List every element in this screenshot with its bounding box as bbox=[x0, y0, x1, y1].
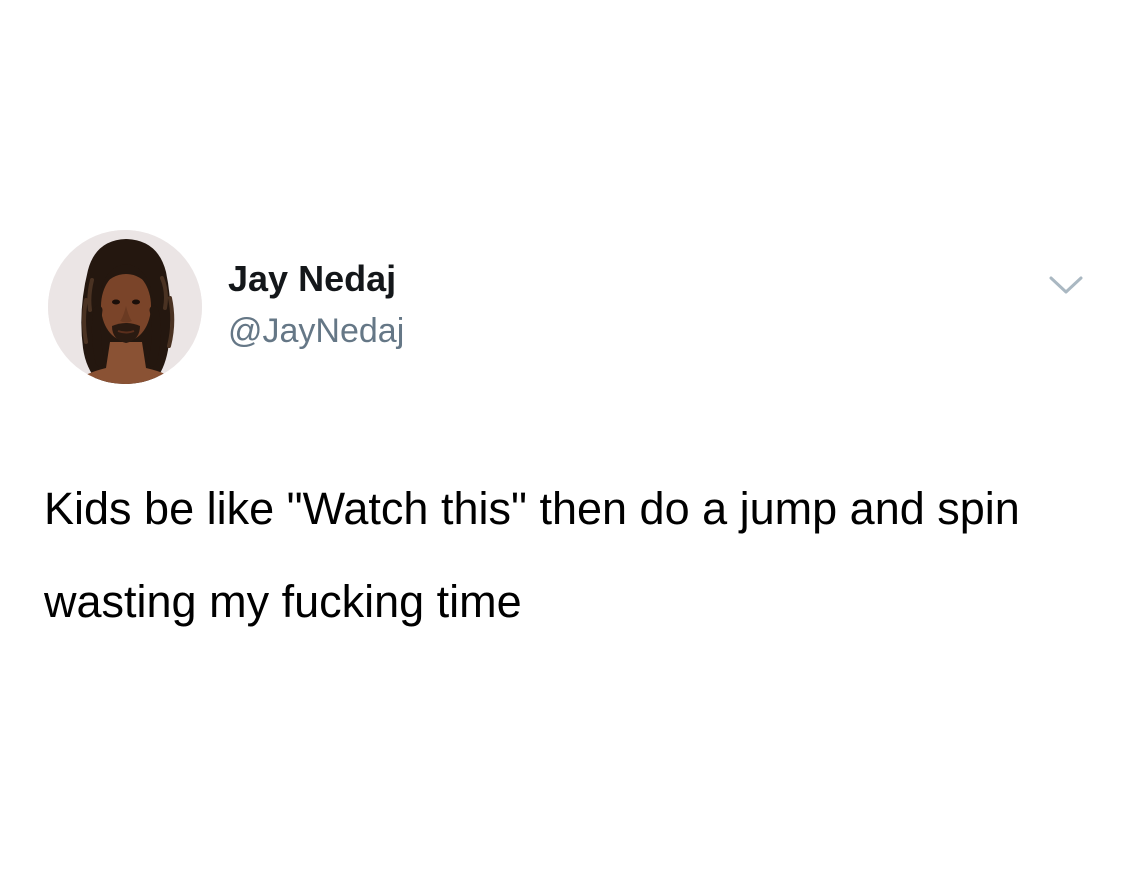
tweet-card: Jay Nedaj @JayNedaj Kids be like "Watch … bbox=[0, 0, 1125, 874]
author-avatar[interactable] bbox=[48, 230, 202, 384]
author-handle[interactable]: @JayNedaj bbox=[228, 310, 404, 352]
chevron-down-icon bbox=[1049, 276, 1083, 294]
tweet-text: Kids be like "Watch this" then do a jump… bbox=[44, 483, 1020, 627]
tweet-menu-button[interactable] bbox=[1045, 270, 1087, 300]
profile-photo-icon bbox=[48, 230, 202, 384]
author-display-name[interactable]: Jay Nedaj bbox=[228, 257, 396, 301]
